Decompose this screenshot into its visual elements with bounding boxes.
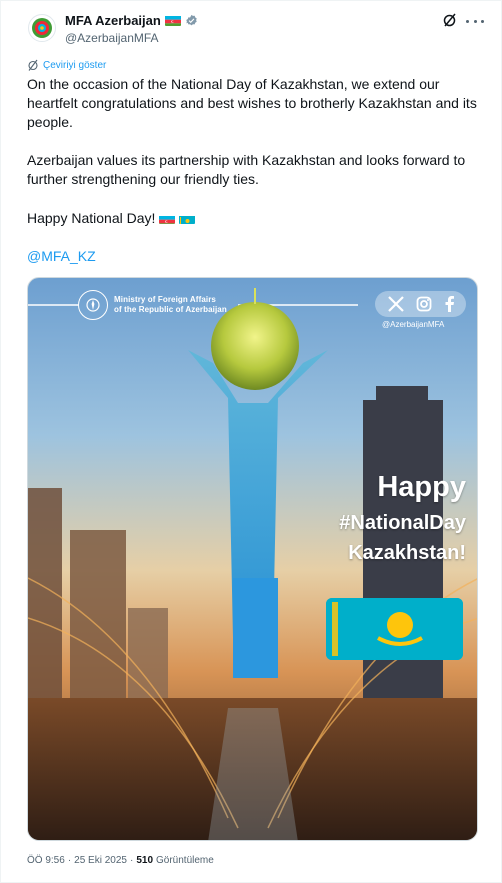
greeting-hashtag: #NationalDay [339,512,466,534]
x-logo-icon [387,296,404,312]
meta-separator: · [67,855,72,866]
greeting-country: Kazakhstan! [348,542,466,564]
azerbaijan-flag-icon [159,213,176,224]
ministry-name-line-1: Ministry of Foreign Affairs [114,295,216,304]
avatar[interactable] [28,14,56,42]
tweet-text-paragraph-3: Happy National Day! [27,209,477,228]
translate-icon [28,59,38,71]
verified-badge-icon [186,14,197,26]
greeting-happy: Happy [377,471,466,503]
mention-link[interactable]: @MFA_KZ [27,247,477,266]
social-icons-pill [375,291,466,317]
tweet-meta: ÖÖ 9:56 · 25 Eki 2025 · 510 Görüntüleme [27,855,214,866]
account-name[interactable]: MFA Azerbaijan [65,13,161,28]
account-name-row[interactable]: MFA Azerbaijan [65,13,198,28]
image-social-handle: @AzerbaijanMFA [382,320,445,329]
kazakhstan-flag-graphic [326,598,463,660]
tweet-text-paragraph-1: On the occasion of the National Day of K… [27,76,477,130]
account-handle[interactable]: @AzerbaijanMFA [65,31,159,45]
views-label: Görüntüleme [156,855,214,866]
azerbaijan-emblem-icon [32,18,52,38]
ministry-logo: Ministry of Foreign Affairs of the Repub… [78,290,227,320]
show-translation-link[interactable]: Çeviriyi göster [27,59,106,71]
kazakhstan-flag-icon [179,213,196,224]
facebook-icon [445,296,454,312]
grok-icon[interactable] [442,12,458,28]
tweet-card: MFA Azerbaijan @AzerbaijanMFA Çeviriyi g… [0,0,502,883]
view-count: 510 [136,855,154,866]
tweet-text-paragraph-2: Azerbaijan values its partnership with K… [27,152,466,187]
greeting-text: Happy #NationalDay Kazakhstan! [328,470,466,566]
more-options-icon[interactable] [466,12,484,30]
ministry-seal-icon [78,290,108,320]
tweet-media-image[interactable]: Ministry of Foreign Affairs of the Repub… [27,277,478,841]
meta-separator: · [129,855,134,866]
ministry-name-line-2: of the Republic of Azerbaijan [114,305,227,314]
tweet-date[interactable]: 25 Eki 2025 [74,855,127,866]
instagram-icon [416,296,431,312]
show-translation-label[interactable]: Çeviriyi göster [43,60,106,71]
happy-national-day-text: Happy National Day! [27,210,156,226]
azerbaijan-flag-icon [164,15,181,26]
tweet-time[interactable]: ÖÖ 9:56 [27,855,65,866]
